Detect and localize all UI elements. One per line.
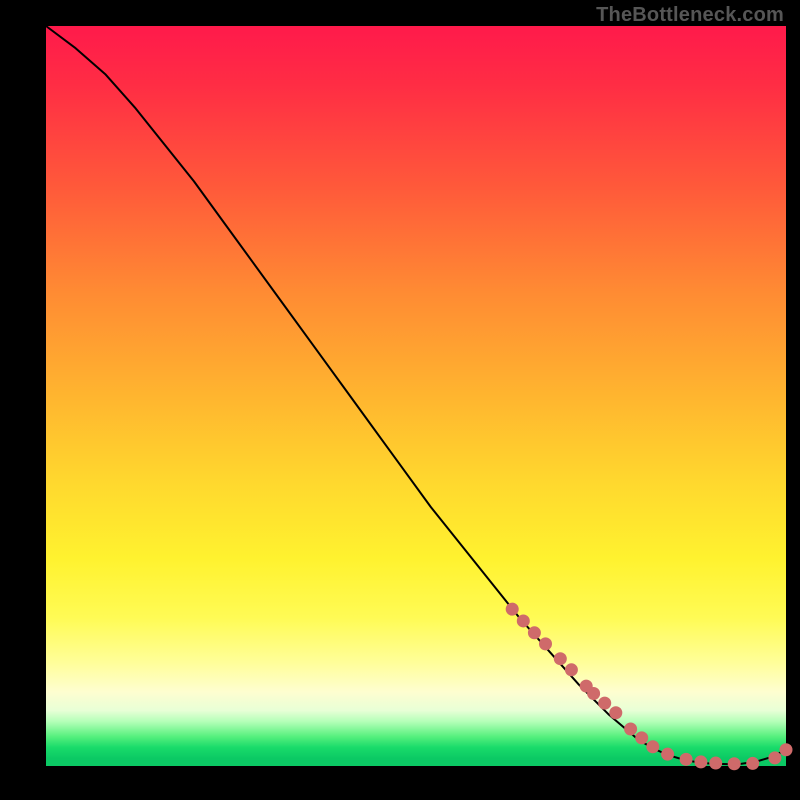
data-point [635, 731, 648, 744]
plot-area [46, 26, 786, 766]
data-point [517, 614, 530, 627]
data-points [506, 603, 793, 771]
data-point [746, 757, 759, 770]
data-point [609, 706, 622, 719]
watermark-text: TheBottleneck.com [596, 4, 784, 27]
data-point [709, 757, 722, 770]
chart-svg [46, 26, 786, 766]
data-point [694, 755, 707, 768]
data-point [646, 740, 659, 753]
data-point [528, 626, 541, 639]
chart-frame: TheBottleneck.com [0, 0, 800, 800]
data-point [768, 751, 781, 764]
data-point [539, 637, 552, 650]
data-point [780, 743, 793, 756]
data-point [587, 687, 600, 700]
data-point [661, 748, 674, 761]
data-point [624, 723, 637, 736]
curve-path [46, 26, 786, 764]
data-point [554, 652, 567, 665]
data-point [680, 753, 693, 766]
line-series [46, 26, 786, 764]
data-point [506, 603, 519, 616]
data-point [565, 663, 578, 676]
data-point [728, 757, 741, 770]
data-point [598, 697, 611, 710]
